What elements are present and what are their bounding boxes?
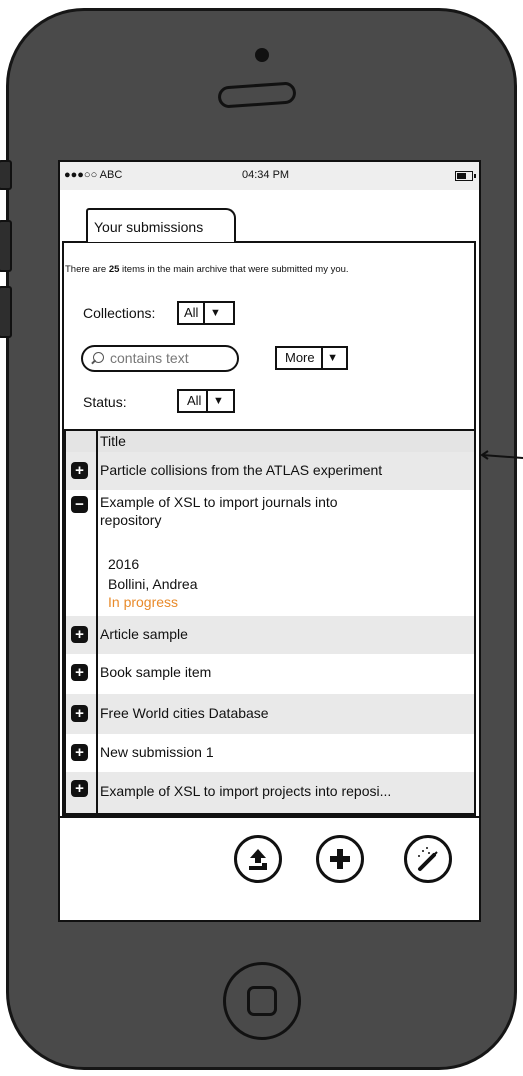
table-row[interactable]: + Particle collisions from the ATLAS exp… <box>66 452 474 490</box>
collapse-icon[interactable]: − <box>71 496 88 513</box>
row-title: Example of XSL to import projects into r… <box>100 783 392 799</box>
row-title: Article sample <box>100 626 188 642</box>
item-count: 25 <box>108 264 120 275</box>
collections-label: Collections: <box>83 305 156 321</box>
expand-icon[interactable]: + <box>71 705 88 722</box>
magic-wand-icon <box>418 847 438 871</box>
table-row[interactable]: + New submission 1 <box>66 734 474 772</box>
column-divider <box>96 431 98 813</box>
status-label: Status: <box>83 394 127 410</box>
upload-icon <box>249 849 267 870</box>
table-header: Title <box>66 431 474 453</box>
submissions-panel: There are 25 items in the main archive t… <box>62 241 476 817</box>
submissions-table: Title + Particle collisions from the ATL… <box>64 429 476 815</box>
battery-icon <box>455 171 476 181</box>
more-dropdown[interactable]: More ▼ <box>275 346 348 370</box>
row-title: Free World cities Database <box>100 705 269 721</box>
tab-your-submissions[interactable]: Your submissions <box>86 208 236 242</box>
status-value: All <box>187 393 202 408</box>
search-placeholder: contains text <box>110 350 189 366</box>
chevron-down-icon: ▼ <box>206 391 228 411</box>
row-title-line1: Example of XSL to import journals into <box>100 494 338 510</box>
row-title: Book sample item <box>100 664 212 680</box>
home-button[interactable] <box>223 962 301 1040</box>
archive-info-text: There are 25 items in the main archive t… <box>65 264 349 275</box>
clock: 04:34 PM <box>242 169 290 181</box>
row-status: In progress <box>108 594 179 610</box>
upload-button[interactable] <box>234 835 282 883</box>
annotation-arrow-icon <box>480 450 523 460</box>
table-row[interactable]: + Example of XSL to import projects into… <box>66 772 474 813</box>
table-row[interactable]: + Free World cities Database <box>66 694 474 734</box>
table-row[interactable]: + Book sample item <box>66 654 474 694</box>
magic-wand-button[interactable] <box>404 835 452 883</box>
column-title-header: Title <box>100 433 126 449</box>
row-title-line2: repository <box>100 512 162 528</box>
row-year: 2016 <box>108 556 140 572</box>
expand-icon[interactable]: + <box>71 626 88 643</box>
toolbar-divider <box>60 816 479 818</box>
search-icon <box>93 352 104 363</box>
camera-icon <box>255 48 269 62</box>
row-author: Bollini, Andrea <box>108 576 198 592</box>
carrier-label: ●●●○○ ABC <box>64 169 123 181</box>
chevron-down-icon: ▼ <box>320 348 343 368</box>
status-dropdown[interactable]: All ▼ <box>177 389 235 413</box>
row-title: New submission 1 <box>100 744 214 760</box>
mute-switch <box>0 160 12 190</box>
volume-up-button <box>0 220 12 272</box>
plus-icon <box>330 849 350 869</box>
status-bar: ●●●○○ ABC 04:34 PM <box>60 162 479 190</box>
screen: ●●●○○ ABC 04:34 PM Your submissions Ther… <box>58 160 481 922</box>
tab-label: Your submissions <box>94 219 204 235</box>
expand-icon[interactable]: + <box>71 462 88 479</box>
expand-icon[interactable]: + <box>71 744 88 761</box>
add-button[interactable] <box>316 835 364 883</box>
chevron-down-icon: ▼ <box>203 303 225 323</box>
home-square-icon <box>247 986 277 1016</box>
collections-value: All <box>184 305 199 320</box>
expand-icon[interactable]: + <box>71 664 88 681</box>
more-label: More <box>285 350 315 365</box>
row-title: Particle collisions from the ATLAS exper… <box>100 462 383 478</box>
table-row[interactable]: + Article sample <box>66 616 474 654</box>
search-input[interactable]: contains text <box>81 345 239 372</box>
volume-down-button <box>0 286 12 338</box>
collections-dropdown[interactable]: All ▼ <box>177 301 235 325</box>
expand-icon[interactable]: + <box>71 780 88 797</box>
